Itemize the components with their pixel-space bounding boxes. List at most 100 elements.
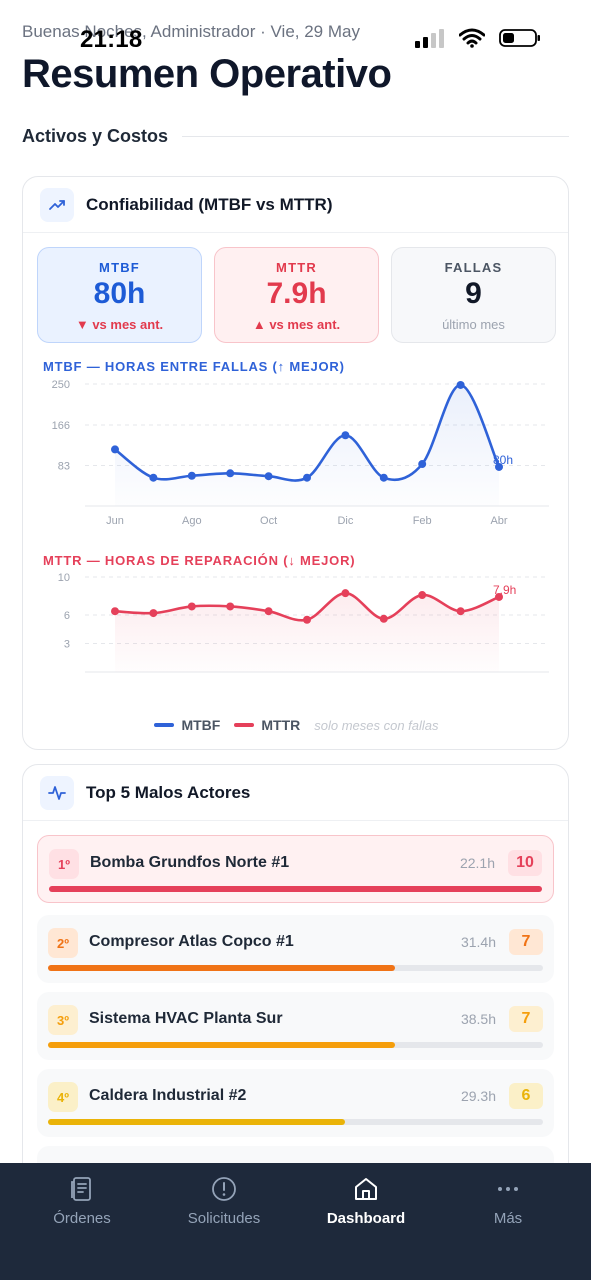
asset-name: Sistema HVAC Planta Sur xyxy=(89,1010,283,1027)
clipboard-icon xyxy=(11,1175,153,1203)
kpi-value: 80h xyxy=(93,277,146,310)
bad-actor-row[interactable]: 4º Caldera Industrial #2 29.3h 6 xyxy=(37,1069,554,1137)
y-tick-label: 166 xyxy=(52,420,70,432)
asset-hours: 22.1h xyxy=(459,855,495,871)
progress-fill xyxy=(49,886,542,892)
tab-ordenes[interactable]: Órdenes xyxy=(11,1163,153,1280)
kpi-fallas[interactable]: FALLAS 9 último mes xyxy=(391,247,556,343)
tab-dashboard[interactable]: Dashboard xyxy=(295,1163,437,1280)
data-point xyxy=(187,471,196,480)
legend-swatch-mttr xyxy=(234,723,255,727)
tab-solicitudes[interactable]: Solicitudes xyxy=(153,1163,295,1280)
cellular-signal-icon xyxy=(415,29,444,48)
kpi-mttr[interactable]: MTTR 7.9h ▲ vs mes ant. xyxy=(214,247,379,343)
data-point xyxy=(341,431,350,440)
end-value-label: 80h xyxy=(493,453,513,467)
bad-actors-card-title: Top 5 Malos Actores xyxy=(86,782,251,802)
chart-legend: MTBF MTTR solo meses con fallas xyxy=(23,717,568,733)
rank-badge: 2º xyxy=(48,928,78,958)
asset-name: Bomba Grundfos Norte #1 xyxy=(90,854,290,871)
reliability-card-title: Confiabilidad (MTBF vs MTTR) xyxy=(86,194,333,214)
status-icons xyxy=(415,28,541,48)
tab-mas[interactable]: Más xyxy=(437,1163,579,1280)
kpi-mtbf[interactable]: MTBF 80h ▼ vs mes ant. xyxy=(37,247,202,343)
kpi-sub: último mes xyxy=(442,317,505,332)
progress-track xyxy=(48,1119,543,1125)
data-point xyxy=(379,473,388,482)
data-point xyxy=(149,609,158,618)
progress-track xyxy=(48,965,543,971)
reliability-card-header: Confiabilidad (MTBF vs MTTR) xyxy=(23,177,568,233)
kpi-row: MTBF 80h ▼ vs mes ant. MTTR 7.9h ▲ vs me… xyxy=(37,247,556,343)
data-point xyxy=(379,614,388,623)
failure-count-badge: 6 xyxy=(509,1083,543,1109)
mttr-chart-label: MTTR — HORAS DE REPARACIÓN (↓ MEJOR) xyxy=(43,553,356,568)
kpi-label: MTTR xyxy=(276,260,317,275)
alert-circle-icon xyxy=(153,1175,295,1203)
data-point xyxy=(418,460,427,469)
legend-mttr: MTTR xyxy=(234,717,300,733)
kpi-label: MTBF xyxy=(99,260,140,275)
rank-badge: 4º xyxy=(48,1082,78,1112)
asset-name: Compresor Atlas Copco #1 xyxy=(89,933,294,950)
x-tick-label: Dic xyxy=(337,515,353,527)
data-point xyxy=(303,473,311,482)
activity-icon xyxy=(40,775,74,810)
home-icon xyxy=(295,1175,437,1203)
wifi-icon xyxy=(459,28,485,48)
asset-hours: 29.3h xyxy=(460,1088,496,1104)
legend-swatch-mtbf xyxy=(154,723,175,727)
failure-count-badge: 7 xyxy=(509,1006,543,1032)
kpi-label: FALLAS xyxy=(444,260,503,275)
rank-badge: 3º xyxy=(48,1005,78,1035)
tab-label: Dashboard xyxy=(326,1210,406,1227)
section-title: Activos y Costos xyxy=(22,126,169,146)
x-tick-label: Feb xyxy=(413,515,432,527)
mtbf-chart: 83 166 250 80h Jun Ago Oct Dic Feb Abr xyxy=(52,379,549,527)
x-tick-label: Abr xyxy=(490,515,507,527)
page-title: Resumen Operativo xyxy=(22,52,392,96)
tab-label: Más xyxy=(493,1210,523,1227)
progress-fill xyxy=(48,1119,345,1125)
x-tick-label: Ago xyxy=(182,515,202,527)
progress-fill xyxy=(48,1042,395,1048)
y-tick-label: 6 xyxy=(64,610,70,622)
y-tick-label: 83 xyxy=(58,460,70,472)
asset-name: Caldera Industrial #2 xyxy=(89,1087,247,1104)
data-point xyxy=(456,380,465,389)
progress-track xyxy=(49,886,542,892)
tab-label: Solicitudes xyxy=(187,1210,261,1227)
legend-label: MTBF xyxy=(181,717,221,733)
bad-actors-card: Top 5 Malos Actores 1º Bomba Grundfos Nor… xyxy=(22,764,569,1184)
data-point xyxy=(111,445,119,454)
end-value-label: 7.9h xyxy=(493,583,516,597)
progress-fill xyxy=(48,965,395,971)
reliability-card: Confiabilidad (MTBF vs MTTR) MTBF 80h ▼ … xyxy=(22,176,569,750)
section-divider xyxy=(182,136,569,137)
failure-count-badge: 10 xyxy=(508,850,542,876)
bad-actor-row[interactable]: 3º Sistema HVAC Planta Sur 38.5h 7 xyxy=(37,992,554,1060)
data-point xyxy=(111,607,119,616)
kpi-value: 9 xyxy=(465,277,482,310)
status-time: 21:18 xyxy=(80,26,143,53)
series-area xyxy=(115,593,499,672)
x-tick-label: Jun xyxy=(106,515,124,527)
progress-track xyxy=(48,1042,543,1048)
tab-label: Órdenes xyxy=(53,1210,111,1227)
bad-actors-card-header: Top 5 Malos Actores xyxy=(23,765,568,821)
bad-actor-row[interactable]: 1º Bomba Grundfos Norte #1 22.1h 10 xyxy=(37,835,554,903)
data-point xyxy=(264,607,273,616)
y-tick-label: 3 xyxy=(64,639,70,651)
series-area xyxy=(115,384,499,506)
data-point xyxy=(226,602,235,611)
failure-count-badge: 7 xyxy=(509,929,543,955)
bad-actor-row[interactable]: 2º Compresor Atlas Copco #1 31.4h 7 xyxy=(37,915,554,983)
trending-up-icon xyxy=(40,187,74,222)
asset-hours: 38.5h xyxy=(460,1011,496,1027)
greeting-text: Buenas Noches, Administrador · Vie, 29 M… xyxy=(22,22,360,41)
y-tick-label: 10 xyxy=(58,572,70,584)
mttr-chart: 3 6 10 7.9h xyxy=(58,572,549,673)
data-point xyxy=(303,615,311,624)
asset-hours: 31.4h xyxy=(460,934,496,950)
legend-label: MTTR xyxy=(261,717,301,733)
